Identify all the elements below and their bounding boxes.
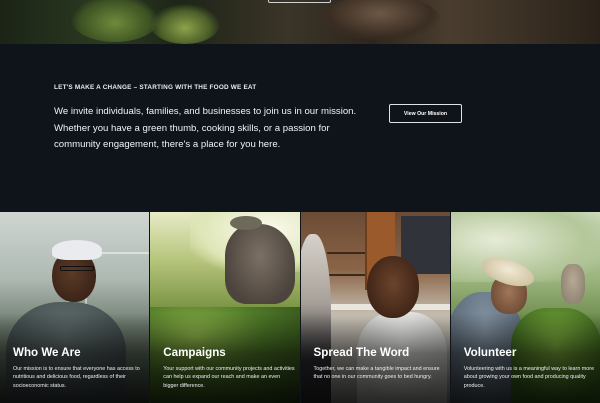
card-title: Campaigns (163, 346, 226, 359)
intro-eyebrow: LET'S MAKE A CHANGE – STARTING WITH THE … (54, 84, 257, 91)
hero-plant-shape (150, 4, 220, 44)
hero-photo (0, 0, 600, 44)
intro-section: LET'S MAKE A CHANGE – STARTING WITH THE … (0, 44, 600, 212)
card-spread-the-word[interactable]: Spread The Word Together, we can make a … (300, 212, 450, 403)
card-who-we-are[interactable]: Who We Are Our mission is to ensure that… (0, 212, 150, 403)
card-text: Volunteering with us is a meaningful way… (463, 366, 595, 389)
intro-lead-text: We invite individuals, families, and bus… (54, 106, 357, 150)
view-our-mission-button[interactable]: View Our Mission (389, 104, 462, 123)
card-title: Who We Are (13, 346, 81, 359)
hero-hand-shape (320, 0, 440, 40)
card-text: Our mission is to ensure that everyone h… (13, 366, 140, 389)
feature-cards: Who We Are Our mission is to ensure that… (0, 212, 600, 403)
card-text: Together, we can make a tangible impact … (313, 366, 440, 381)
card-title: Spread The Word (313, 346, 410, 359)
hero-plant-shape (70, 0, 160, 42)
card-volunteer[interactable]: Volunteer Volunteering with us is a mean… (450, 212, 600, 403)
card-campaigns[interactable]: Campaigns Your support with our communit… (150, 212, 300, 403)
card-text: Your support with our community projects… (163, 366, 295, 389)
hero-button-edge[interactable] (268, 0, 331, 3)
card-title: Volunteer (463, 346, 517, 359)
